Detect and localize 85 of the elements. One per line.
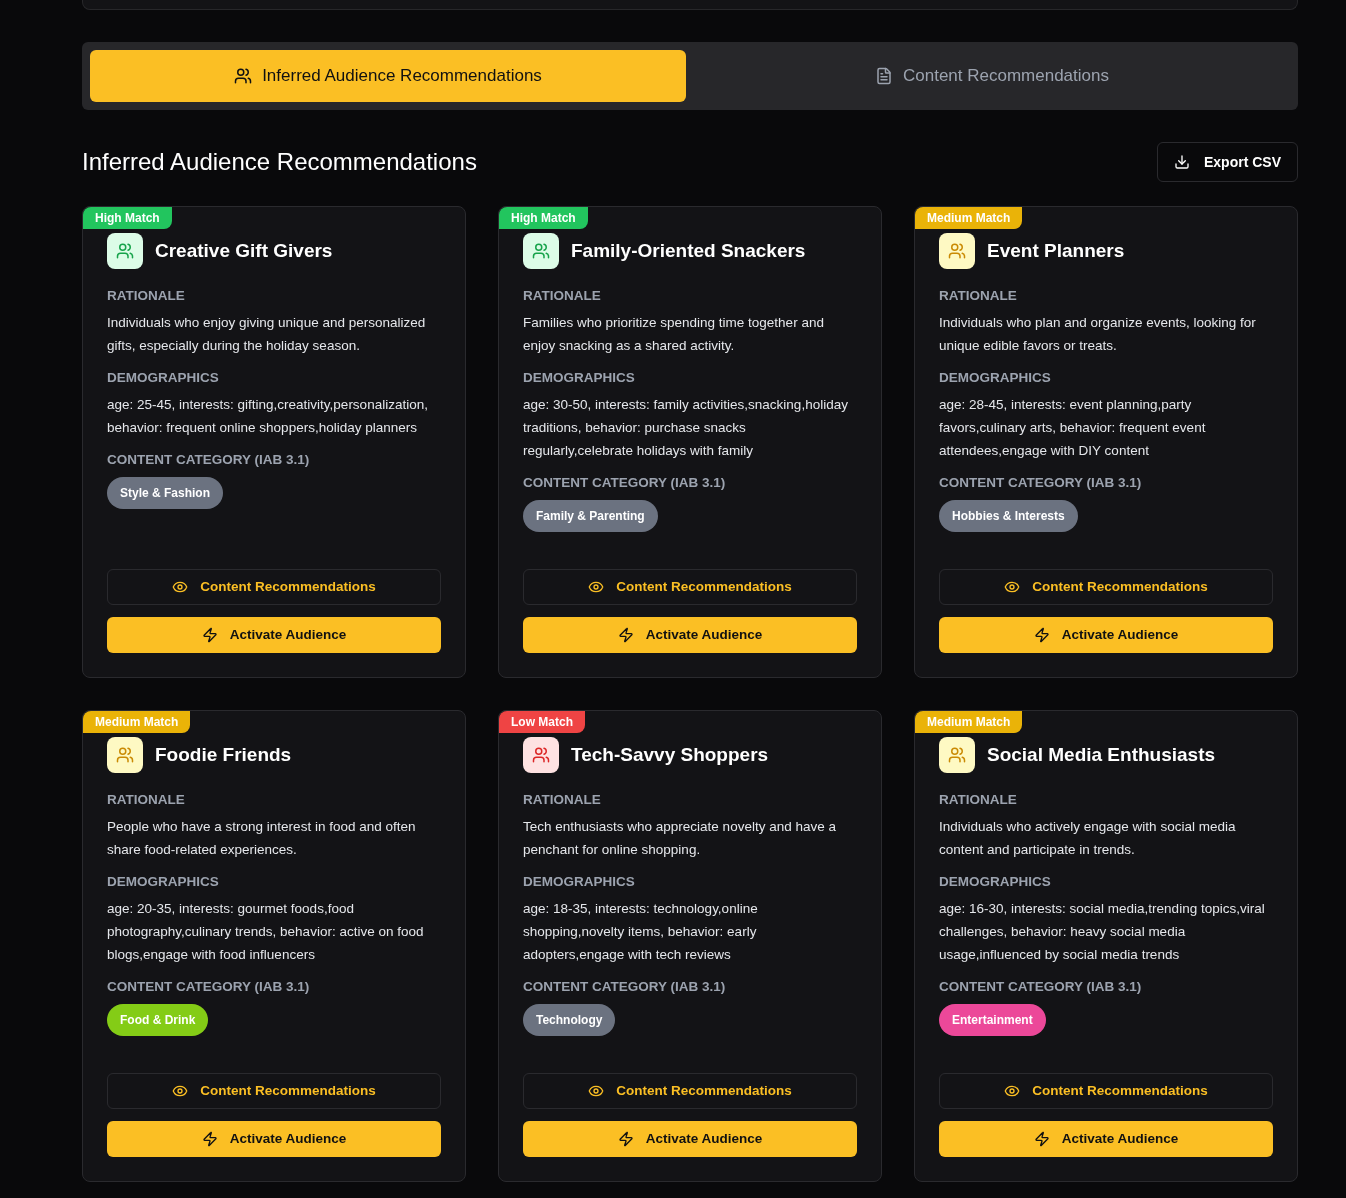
content-recommendations-button[interactable]: Content Recommendations [107,569,441,605]
eye-icon [588,579,605,595]
eye-icon [1004,579,1021,595]
category-tag: Technology [523,1004,616,1036]
eye-icon [588,1083,605,1099]
demographics-text: age: 28-45, interests: event planning,party favors,culinary arts, behavior: frequent event attendees,engage with DIY content [939,396,1207,460]
category-tag: Hobbies & Interests [939,500,1078,532]
activate-audience-button[interactable]: Activate Audience [107,1121,441,1157]
activate-audience-button[interactable]: Activate Audience [939,617,1273,653]
audience-title: Event Planners [987,238,1125,263]
demographics-text: age: 20-35, interests: gourmet foods,food photography,culinary trends, behavior: active on food blogs,engage with food influencers [107,900,425,964]
rationale-text: People who have a strong interest in food and often share food-related experiences. [107,818,417,859]
document-icon [875,67,893,85]
match-badge: High Match [83,207,172,229]
section-label: RATIONALE [939,791,1017,809]
download-icon [1174,154,1190,170]
section-label: DEMOGRAPHICS [107,873,219,891]
eye-icon [172,579,189,595]
audience-title: Creative Gift Givers [155,238,333,263]
section-label: DEMOGRAPHICS [939,369,1051,387]
demographics-text: age: 30-50, interests: family activities,snacking,holiday traditions, behavior: purchase snacks regularly,celebrate holidays with family [523,396,849,460]
match-badge: High Match [499,207,588,229]
category-tag: Family & Parenting [523,500,658,532]
content-recommendations-button[interactable]: Content Recommendations [523,1073,857,1109]
rationale-text: Individuals who actively engage with social media content and participate in trends. [939,818,1237,859]
category-tag: Food & Drink [107,1004,209,1036]
lightning-icon [1033,627,1050,643]
lightning-icon [617,627,634,643]
audience-title: Foodie Friends [155,742,292,767]
lightning-icon [617,1131,634,1147]
match-badge: Medium Match [915,711,1023,733]
match-badge: Medium Match [83,711,191,733]
users-icon [948,746,966,764]
category-tag: Entertainment [939,1004,1046,1036]
users-icon [116,746,134,764]
demographics-text: age: 25-45, interests: gifting,creativity,personalization, behavior: frequent online shoppers,holiday planners [107,396,429,437]
audience-title: Tech-Savvy Shoppers [571,742,769,767]
rationale-text: Families who prioritize spending time together and enjoy snacking as a shared activity. [523,314,825,355]
section-label: CONTENT CATEGORY (IAB 3.1) [523,474,726,492]
section-label: DEMOGRAPHICS [523,873,635,891]
eye-icon [172,1083,189,1099]
section-heading: Inferred Audience Recommendations [82,147,477,177]
demographics-text: age: 16-30, interests: social media,trending topics,viral challenges, behavior: heavy social media usage,influenced by social media trends [939,900,1266,964]
content-recommendations-button[interactable]: Content Recommendations [939,569,1273,605]
lightning-icon [201,1131,218,1147]
users-icon [116,242,134,260]
section-label: CONTENT CATEGORY (IAB 3.1) [107,978,310,996]
eye-icon [1004,1083,1021,1099]
content-recommendations-button[interactable]: Content Recommendations [107,1073,441,1109]
section-label: RATIONALE [523,287,601,305]
section-label: RATIONALE [523,791,601,809]
section-label: CONTENT CATEGORY (IAB 3.1) [107,451,310,469]
audience-title: Family-Oriented Snackers [571,238,806,263]
lightning-icon [1033,1131,1050,1147]
section-label: DEMOGRAPHICS [107,369,219,387]
section-label: DEMOGRAPHICS [523,369,635,387]
activate-audience-button[interactable]: Activate Audience [523,1121,857,1157]
lightning-icon [201,627,218,643]
content-recommendations-button[interactable]: Content Recommendations [939,1073,1273,1109]
section-label: CONTENT CATEGORY (IAB 3.1) [939,474,1142,492]
users-icon [234,67,253,85]
activate-audience-button[interactable]: Activate Audience [939,1121,1273,1157]
users-icon [532,242,550,260]
rationale-text: Individuals who plan and organize events, looking for unique edible favors or treats. [939,314,1257,355]
activate-audience-button[interactable]: Activate Audience [107,617,441,653]
section-label: RATIONALE [107,791,185,809]
export-csv-button[interactable]: Export CSV [1157,142,1298,182]
section-label: RATIONALE [107,287,185,305]
match-badge: Low Match [499,711,585,733]
section-label: CONTENT CATEGORY (IAB 3.1) [939,978,1142,996]
section-label: DEMOGRAPHICS [939,873,1051,891]
users-icon [532,746,550,764]
tab[interactable]: Content Recommendations [694,50,1290,102]
category-tag: Style & Fashion [107,477,224,509]
tab[interactable]: Inferred Audience Recommendations [90,50,686,102]
activate-audience-button[interactable]: Activate Audience [523,617,857,653]
match-badge: Medium Match [915,207,1023,229]
demographics-text: age: 18-35, interests: technology,online shopping,novelty items, behavior: early adopters,engage with tech reviews [523,900,759,964]
rationale-text: Tech enthusiasts who appreciate novelty and have a penchant for online shopping. [523,818,837,859]
section-label: CONTENT CATEGORY (IAB 3.1) [523,978,726,996]
users-icon [948,242,966,260]
rationale-text: Individuals who enjoy giving unique and personalized gifts, especially during the holiday season. [107,314,427,355]
content-recommendations-button[interactable]: Content Recommendations [523,569,857,605]
section-label: RATIONALE [939,287,1017,305]
audience-title: Social Media Enthusiasts [987,742,1216,767]
